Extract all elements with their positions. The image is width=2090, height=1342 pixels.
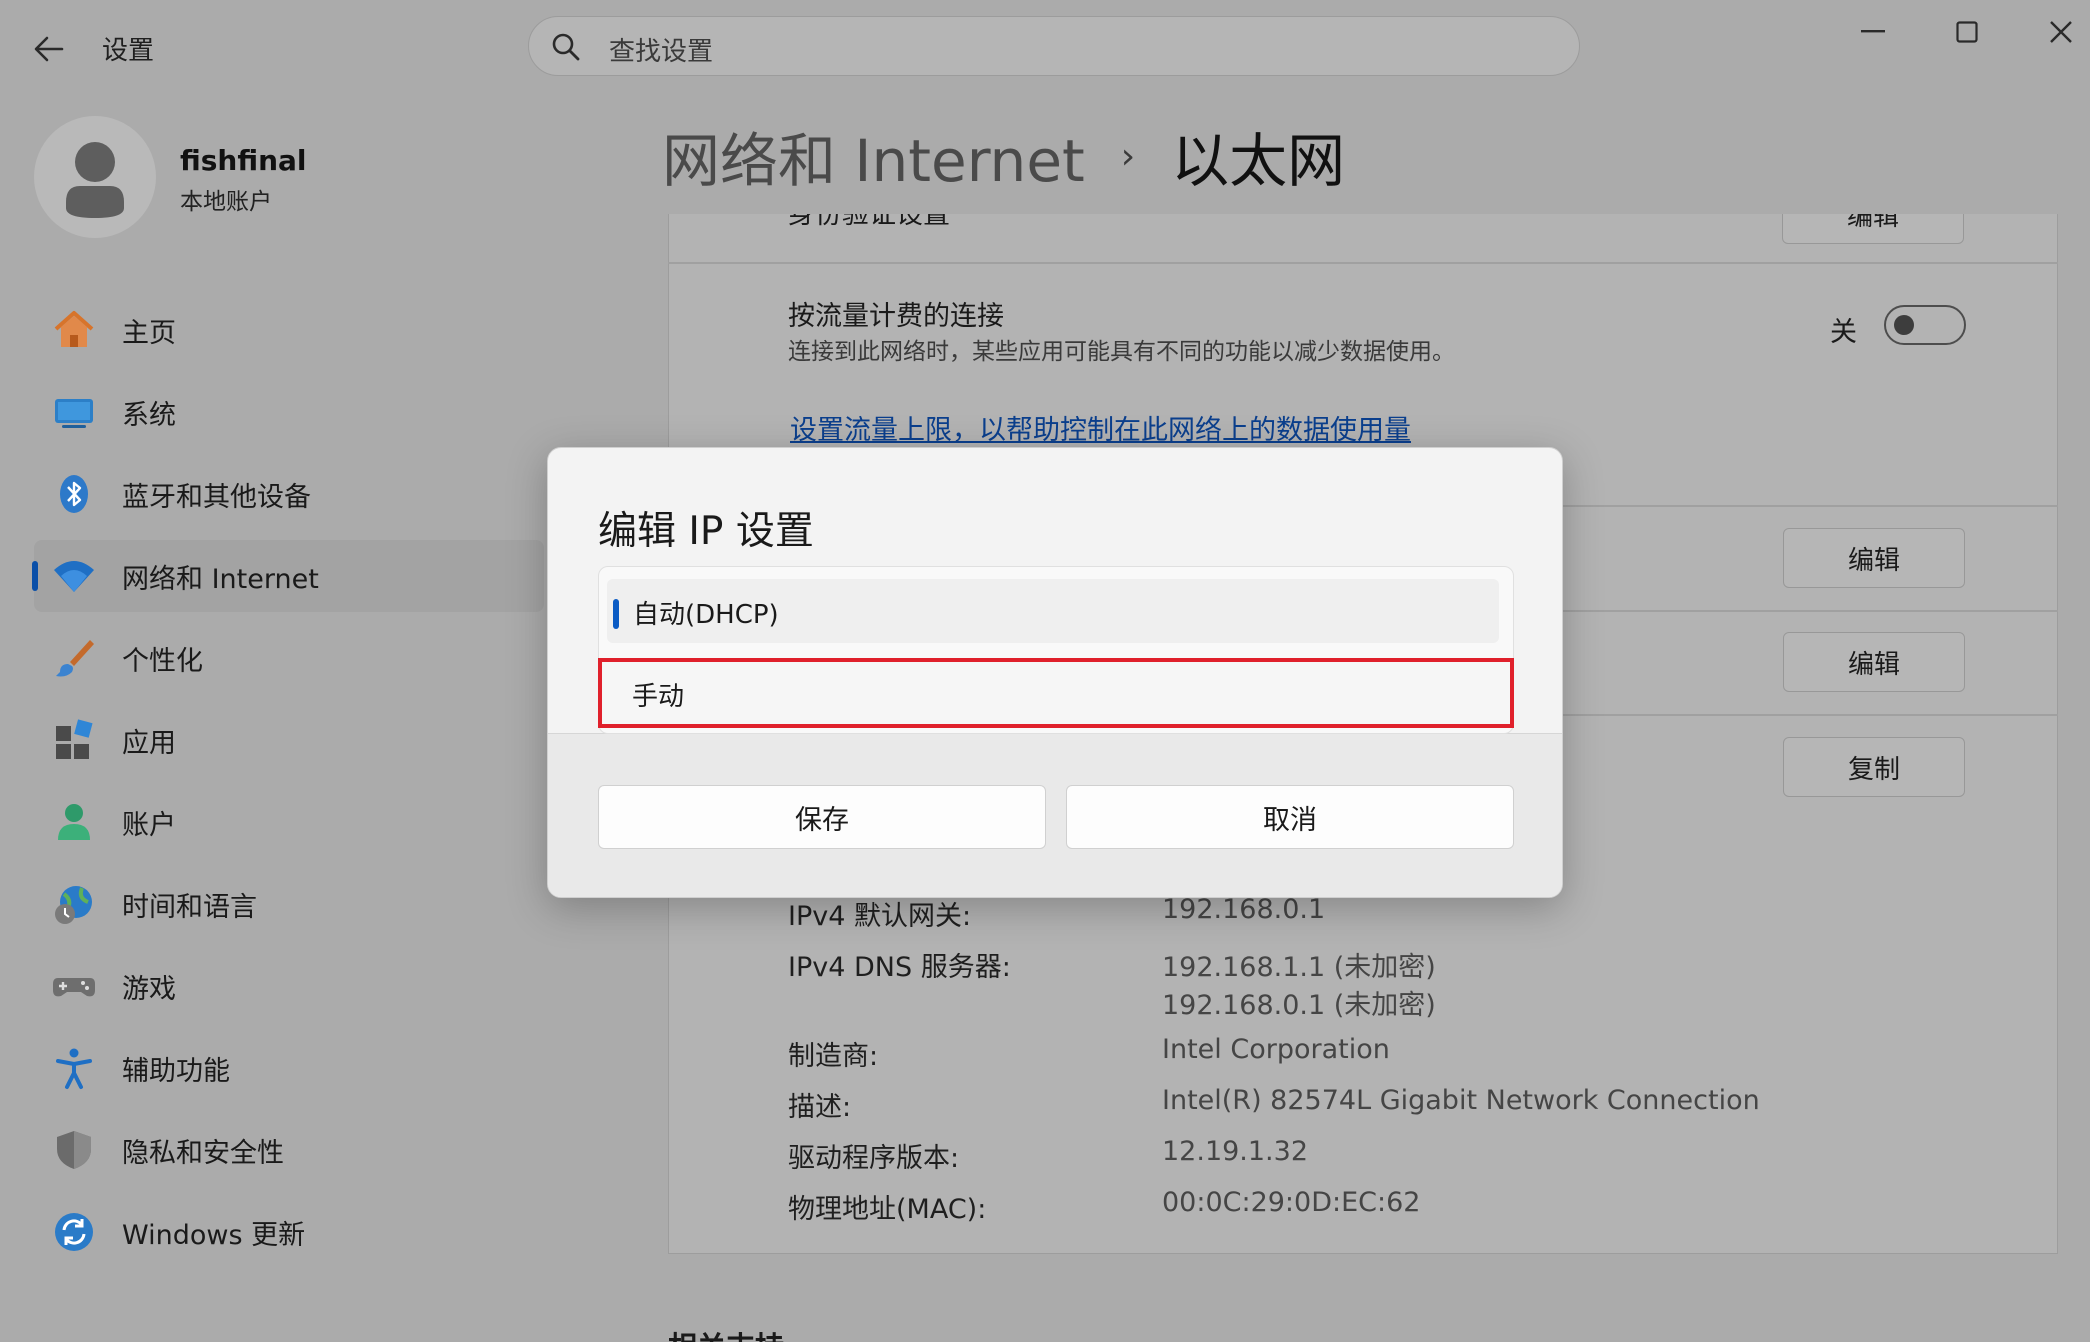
accessibility-icon	[52, 1046, 96, 1090]
sidebar-item-label: Windows 更新	[122, 1219, 306, 1251]
breadcrumb-parent[interactable]: 网络和 Internet	[662, 114, 1085, 198]
toggle-knob	[1894, 315, 1914, 335]
dialog-title: 编辑 IP 设置	[598, 509, 814, 554]
sidebar-item-label: 主页	[122, 317, 176, 349]
sidebar-item-windows-update[interactable]: Windows 更新	[34, 1196, 544, 1268]
prop-label-gateway: IPv4 默认网关:	[788, 901, 972, 932]
globe-clock-icon	[52, 882, 96, 926]
sidebar-item-personalization[interactable]: 个性化	[34, 622, 544, 694]
search-icon	[552, 33, 580, 61]
search-placeholder: 查找设置	[609, 37, 714, 67]
avatar[interactable]	[34, 116, 156, 238]
sidebar-item-label: 个性化	[122, 645, 203, 677]
sidebar-item-label: 游戏	[122, 973, 176, 1005]
prop-value-driver: 12.19.1.32	[1162, 1136, 1308, 1167]
ip-assignment-edit-button[interactable]: 编辑	[1783, 528, 1965, 588]
account-type: 本地账户	[180, 189, 272, 215]
maximize-button[interactable]	[1932, 10, 2002, 54]
prop-label-mac: 物理地址(MAC):	[788, 1194, 987, 1225]
prop-value-manufacturer: Intel Corporation	[1162, 1034, 1390, 1065]
user-name: fishfinal	[180, 144, 307, 177]
sidebar-item-bluetooth[interactable]: 蓝牙和其他设备	[34, 458, 544, 530]
sidebar-item-network[interactable]: 网络和 Internet	[34, 540, 544, 612]
gamepad-icon	[52, 964, 96, 1008]
close-icon	[2050, 21, 2072, 43]
metered-connection-subtitle: 连接到此网络时，某些应用可能具有不同的功能以减少数据使用。	[788, 339, 1455, 365]
edit-ip-dialog: 编辑 IP 设置 自动(DHCP) 手动 保存 取消	[547, 447, 1563, 898]
maximize-icon	[1956, 21, 1978, 43]
prop-value-dns: 192.168.1.1 (未加密)	[1162, 952, 1436, 983]
prop-label-description: 描述:	[788, 1092, 852, 1123]
data-limit-link[interactable]: 设置流量上限，以帮助控制在此网络上的数据使用量	[790, 408, 1411, 447]
minimize-button[interactable]	[1838, 10, 1908, 54]
option-label: 自动(DHCP)	[633, 600, 779, 630]
back-button[interactable]	[24, 24, 74, 74]
related-support-heading: 相关支持	[668, 1324, 784, 1342]
prop-value-mac: 00:0C:29:0D:EC:62	[1162, 1187, 1421, 1218]
wifi-icon	[52, 554, 96, 598]
user-avatar-icon	[66, 142, 124, 218]
prop-value-description: Intel(R) 82574L Gigabit Network Connecti…	[1162, 1085, 1760, 1116]
update-icon	[52, 1210, 96, 1254]
minimize-icon	[1861, 30, 1885, 33]
option-dhcp[interactable]: 自动(DHCP)	[607, 579, 1499, 643]
sidebar-item-label: 应用	[122, 727, 176, 759]
sidebar-item-label: 系统	[122, 399, 176, 431]
divider	[1563, 714, 2058, 716]
prop-label-driver: 驱动程序版本:	[788, 1143, 960, 1174]
save-button[interactable]: 保存	[598, 785, 1046, 849]
app-title: 设置	[102, 36, 155, 66]
bluetooth-icon	[52, 472, 96, 516]
cancel-button[interactable]: 取消	[1066, 785, 1514, 849]
auth-settings-row: 身份验证设置 编辑	[668, 214, 2058, 262]
breadcrumb: 网络和 Internet › 以太网	[662, 114, 1345, 198]
sidebar-item-label: 隐私和安全性	[122, 1137, 284, 1169]
sidebar-item-apps[interactable]: 应用	[34, 704, 544, 776]
search-input[interactable]: 查找设置	[528, 16, 1580, 76]
divider	[1563, 610, 2058, 612]
monitor-icon	[52, 390, 96, 434]
prop-label-dns: IPv4 DNS 服务器:	[788, 952, 1011, 983]
related-support-section: 相关支持	[668, 1318, 968, 1342]
home-icon	[52, 308, 96, 352]
dns-edit-button[interactable]: 编辑	[1783, 632, 1965, 692]
sidebar-item-home[interactable]: 主页	[34, 294, 544, 366]
back-arrow-icon	[34, 36, 64, 62]
close-button[interactable]	[2026, 10, 2090, 54]
auth-settings-label: 身份验证设置	[788, 214, 950, 230]
prop-value-gateway: 192.168.0.1	[1162, 894, 1326, 925]
divider	[668, 262, 2058, 264]
active-indicator	[32, 561, 38, 591]
sidebar-item-label: 蓝牙和其他设备	[122, 481, 311, 513]
selected-indicator	[613, 599, 619, 629]
sidebar-item-accounts[interactable]: 账户	[34, 786, 544, 858]
sidebar-item-label: 辅助功能	[122, 1055, 230, 1087]
prop-label-manufacturer: 制造商:	[788, 1041, 879, 1072]
sidebar-item-accessibility[interactable]: 辅助功能	[34, 1032, 544, 1104]
sidebar-item-gaming[interactable]: 游戏	[34, 950, 544, 1022]
metered-connection-toggle[interactable]	[1884, 305, 1966, 345]
copy-button[interactable]: 复制	[1783, 737, 1965, 797]
sidebar-item-label: 账户	[122, 809, 176, 841]
sidebar-item-time-language[interactable]: 时间和语言	[34, 868, 544, 940]
person-icon	[52, 800, 96, 844]
prop-value-dns-2: 192.168.0.1 (未加密)	[1162, 990, 1436, 1021]
apps-icon	[52, 718, 96, 762]
auth-edit-button[interactable]: 编辑	[1782, 214, 1964, 244]
page-title: 以太网	[1171, 127, 1346, 195]
sidebar-item-label: 网络和 Internet	[122, 563, 319, 595]
metered-connection-title: 按流量计费的连接	[788, 301, 1004, 332]
chevron-right-icon: ›	[1120, 135, 1136, 177]
sidebar-item-system[interactable]: 系统	[34, 376, 544, 448]
brush-icon	[52, 636, 96, 680]
toggle-state-label: 关	[1830, 317, 1857, 348]
sidebar-item-privacy[interactable]: 隐私和安全性	[34, 1114, 544, 1186]
sidebar-item-label: 时间和语言	[122, 891, 257, 923]
option-label: 手动	[632, 682, 685, 712]
option-manual[interactable]: 手动	[598, 658, 1514, 728]
shield-icon	[52, 1128, 96, 1172]
